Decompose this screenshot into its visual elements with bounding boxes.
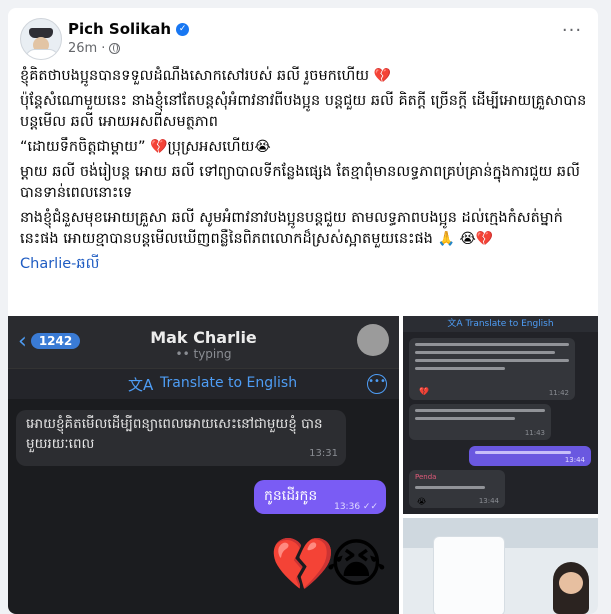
broken-heart-emoji: 💔 (150, 139, 168, 155)
author-name-row: Pich Solikah ✓ (68, 20, 190, 38)
side-reply: Penda 😭 13:44 (409, 470, 505, 508)
side-message: 💔 11:42 (409, 338, 575, 400)
post-time[interactable]: 26m (68, 41, 97, 56)
post-paragraph-3: “ដោយទឹកចិត្តជាម្តាយ” 💔ប្រុស្រអសហើយ😭 (20, 139, 271, 155)
photo-thumbnail[interactable] (403, 518, 598, 614)
incoming-message: អោយខ្ញុំគិតមើលដើម្បីពន្យាពេលអោយសេះនៅជាមួ… (16, 410, 346, 466)
ellipsis-circle-icon[interactable]: ••• (367, 374, 387, 394)
chat-status: •• typing (175, 347, 232, 361)
broken-heart-emoji: 💔 (475, 231, 494, 247)
translate-bar[interactable]: 文A Translate to English ••• (8, 368, 399, 399)
post-paragraph-2: ប៉ុន្តែសំណោមួយនេះ នាងខ្ញុំនៅតែបន្តសុំអំព… (20, 93, 587, 130)
chat-screenshot-main[interactable]: ‹ 1242 Mak Charlie •• typing 文A Translat… (8, 316, 399, 614)
post-header: Pich Solikah ✓ 26m · ··· (20, 18, 586, 62)
message-time: 13:36 ✓✓ (334, 502, 378, 512)
photo-person-face (559, 572, 583, 594)
post-card: Pich Solikah ✓ 26m · ··· ខ្ញុំគិតថាបងប្អ… (8, 8, 598, 614)
cry-emoji: 😭 (326, 534, 387, 594)
cry-emoji: 😭 (254, 139, 271, 155)
chat-contact-name: Mak Charlie (150, 328, 257, 347)
outgoing-message: កូនដើរកូន 13:36 ✓✓ (254, 480, 386, 514)
post-body: ខ្ញុំគិតថាបងប្អូនបានទទួលដំណឹងសោកសៅរបស់ ឆ… (20, 66, 590, 279)
post-paragraph-4: ម្តាយ ឆលី ចង់រៀបន្ត អោយ ឆលី ទៅព្យាបាលទីក… (20, 164, 580, 201)
post-paragraph-5: នាងខ្ញុំជំនួសមុខអោយគ្រួសា ឆលី សូមអំពាវនា… (20, 210, 563, 247)
chat-avatar[interactable] (357, 324, 389, 356)
chat-screenshot-side[interactable]: 文A Translate to English 💔 11:42 11:43 13… (403, 316, 598, 514)
cry-emoji: 😭 (459, 231, 476, 247)
side-translate-bar: 文A Translate to English (403, 316, 598, 332)
globe-icon[interactable] (109, 43, 121, 54)
side-message-out: 13:44 (469, 446, 591, 466)
avatar-shirt (25, 49, 59, 59)
pray-emoji: 🙏 (437, 231, 455, 247)
chat-header: ‹ 1242 Mak Charlie •• typing (8, 316, 399, 368)
side-message: 11:43 (409, 404, 551, 440)
translate-icon: 文A (128, 376, 154, 394)
post-paragraph-1: ខ្ញុំគិតថាបងប្អូនបានទទួលដំណឹងសោកសៅរបស់ ឆ… (20, 68, 392, 84)
hashtag-link[interactable]: Charlie-ឆលី (20, 254, 590, 275)
post-media[interactable]: ‹ 1242 Mak Charlie •• typing 文A Translat… (8, 314, 598, 614)
translate-label[interactable]: Translate to English (160, 375, 297, 391)
author-name[interactable]: Pich Solikah (68, 20, 171, 38)
author-avatar[interactable] (20, 18, 62, 60)
photo-frame (433, 536, 505, 614)
verified-badge-icon: ✓ (176, 22, 190, 36)
post-meta: 26m · (68, 41, 121, 56)
message-time: 13:31 (309, 448, 338, 459)
more-options-icon[interactable]: ··· (558, 22, 586, 46)
broken-heart-emoji: 💔 (373, 68, 392, 84)
